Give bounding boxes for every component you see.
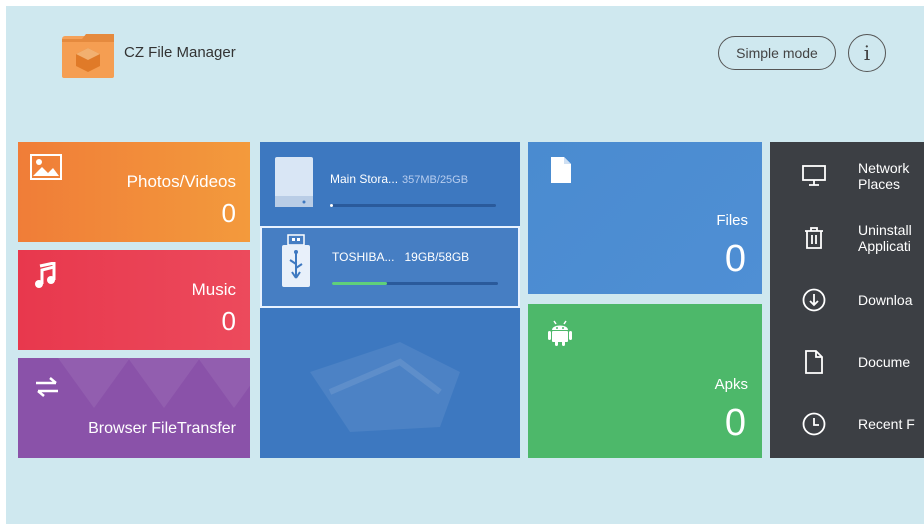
menu-label: Uninstall Applicati xyxy=(858,222,912,254)
files-count: 0 xyxy=(724,238,746,280)
photos-videos-tile[interactable]: Photos/Videos 0 xyxy=(18,142,250,242)
photos-videos-count: 0 xyxy=(221,198,236,228)
internal-storage-icon xyxy=(274,156,314,213)
menu-item-downloads[interactable]: Downloa xyxy=(770,274,924,326)
android-icon xyxy=(548,320,572,351)
app-logo-icon xyxy=(62,30,118,80)
usb-size: 19GB/58GB xyxy=(404,250,470,264)
app-window: CZ File Manager Simple mode i Photos/Vid… xyxy=(6,6,924,524)
swap-arrows-icon xyxy=(34,376,60,403)
image-icon xyxy=(30,154,62,185)
download-icon xyxy=(802,288,826,312)
clock-icon xyxy=(802,412,826,436)
storage-progress-bar xyxy=(330,204,496,207)
music-tile[interactable]: Music 0 xyxy=(18,250,250,350)
usb-name: TOSHIBA... xyxy=(332,250,395,264)
document-icon xyxy=(550,156,572,189)
file-icon xyxy=(802,350,826,374)
apks-tile[interactable]: Apks 0 xyxy=(528,304,762,458)
menu-label: Network Places xyxy=(858,160,910,192)
info-button[interactable]: i xyxy=(848,34,886,72)
apks-label: Apks xyxy=(714,376,748,393)
menu-label: Docume xyxy=(858,354,911,370)
files-label: Files xyxy=(716,212,748,229)
usb-progress-fill xyxy=(332,282,387,285)
menu-item-network-places[interactable]: Network Places xyxy=(770,150,924,202)
storage-progress-fill xyxy=(330,204,333,207)
storage-item-main[interactable]: Main Stora... 357MB/25GB xyxy=(260,148,520,228)
storage-tile: Main Stora... 357MB/25GB TOSHIBA... 19GB/5… xyxy=(260,142,520,458)
menu-item-documents[interactable]: Docume xyxy=(770,336,924,388)
music-count: 0 xyxy=(221,306,236,336)
simple-mode-button[interactable]: Simple mode xyxy=(718,36,836,70)
usb-icon xyxy=(276,234,316,297)
browser-file-transfer-tile[interactable]: Browser FileTransfer xyxy=(18,358,250,458)
menu-label: Recent F xyxy=(858,416,915,432)
menu-item-uninstall-applications[interactable]: Uninstall Applicati xyxy=(770,212,924,264)
quick-menu-panel: Network Places Uninstall Applicati Downl… xyxy=(770,142,924,458)
trash-icon xyxy=(802,226,826,250)
storage-item-usb[interactable]: TOSHIBA... 19GB/58GB xyxy=(260,226,520,308)
usb-progress-bar xyxy=(332,282,498,285)
photos-videos-label: Photos/Videos xyxy=(126,172,236,191)
music-label: Music xyxy=(191,280,236,299)
browser-file-transfer-label: Browser FileTransfer xyxy=(88,420,236,437)
monitor-icon xyxy=(802,164,826,188)
files-tile[interactable]: Files 0 xyxy=(528,142,762,294)
menu-item-recent-files[interactable]: Recent F xyxy=(770,398,924,450)
apks-count: 0 xyxy=(724,402,746,444)
storage-name: Main Stora... xyxy=(330,172,399,186)
music-note-icon xyxy=(34,261,56,295)
storage-size: 357MB/25GB xyxy=(402,174,469,186)
menu-label: Downloa xyxy=(858,292,913,308)
app-title: CZ File Manager xyxy=(124,44,236,61)
storage-watermark-icon xyxy=(310,342,460,432)
